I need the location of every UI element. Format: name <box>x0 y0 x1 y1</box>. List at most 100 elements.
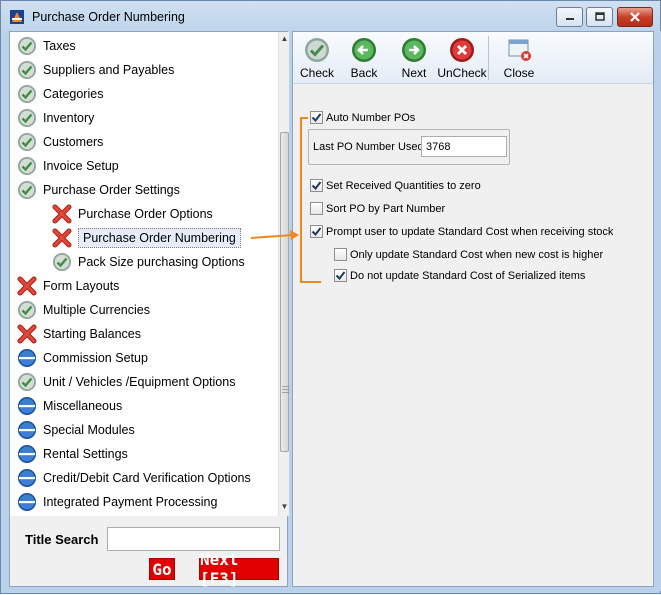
no-update-serialized-option[interactable]: Do not update Standard Cost of Serialize… <box>334 269 585 282</box>
uncheck-label: UnCheck <box>437 66 487 80</box>
tree-item[interactable]: Form Layouts <box>17 274 119 298</box>
red-x-icon <box>52 228 72 248</box>
tree-item[interactable]: Purchase Order Options <box>52 202 213 226</box>
auto-number-checkbox[interactable] <box>310 111 323 124</box>
checkmark-icon <box>53 253 71 271</box>
grip-icon: — — — <box>282 383 289 396</box>
tree-scrollbar[interactable]: ▲ — — — ▼ <box>278 32 289 516</box>
tree-item-label: Unit / Vehicles /Equipment Options <box>43 375 236 389</box>
tree-item[interactable]: Rental Settings <box>17 442 128 466</box>
checkmark-icon <box>18 157 36 175</box>
tree-item-label: Commission Setup <box>43 351 148 365</box>
set-received-option[interactable]: Set Received Quantities to zero <box>310 179 481 192</box>
blue-minus-icon <box>18 445 36 463</box>
checkmark-icon <box>18 181 36 199</box>
check-label: Check <box>299 66 334 80</box>
next-f3-button[interactable]: Next [F3] <box>199 550 279 588</box>
close-button[interactable]: Close <box>495 35 543 83</box>
auto-number-option[interactable]: Auto Number POs <box>310 111 415 124</box>
close-icon <box>630 12 640 22</box>
only-update-checkbox[interactable] <box>334 248 347 261</box>
only-update-label: Only update Standard Cost when new cost … <box>350 248 604 261</box>
last-po-group: Last PO Number Used <box>308 129 510 165</box>
tree-item[interactable]: Suppliers and Payables <box>17 58 174 82</box>
maximize-button[interactable] <box>586 7 613 27</box>
app-logo-icon <box>10 10 24 24</box>
window-title: Purchase Order Numbering <box>32 10 185 24</box>
tree-item-label: Inventory <box>43 111 95 125</box>
tree-item-label: Special Modules <box>43 423 135 437</box>
back-button[interactable]: Back <box>340 35 388 83</box>
tree-item[interactable]: Unit / Vehicles /Equipment Options <box>17 370 235 394</box>
blue-minus-icon <box>18 349 36 367</box>
check-button[interactable]: Check <box>293 35 341 83</box>
settings-content-pane: Check Back Next UnCheck Close Auto Numbe… <box>292 31 654 587</box>
tree-item[interactable]: Starting Balances <box>17 322 141 346</box>
tree-item-label: Pack Size purchasing Options <box>78 255 245 269</box>
app-window: Purchase Order Numbering Taxes Suppliers … <box>0 0 661 594</box>
tree-item-label: Purchase Order Settings <box>43 183 180 197</box>
next-button[interactable]: Next <box>390 35 438 83</box>
checkmark-icon <box>18 37 36 55</box>
back-label: Back <box>350 66 378 80</box>
tree-item-label: Purchase Order Options <box>78 207 213 221</box>
uncheck-button[interactable]: UnCheck <box>437 35 487 83</box>
tree-item[interactable]: Invoice Setup <box>17 154 119 178</box>
scroll-down-icon[interactable]: ▼ <box>280 502 289 512</box>
uncheck-icon <box>450 38 474 62</box>
close-label: Close <box>503 66 535 80</box>
blue-minus-icon <box>18 469 36 487</box>
tree-item[interactable]: Inventory <box>17 106 94 130</box>
go-button[interactable]: Go <box>149 558 175 580</box>
set-received-label: Set Received Quantities to zero <box>326 179 481 192</box>
prompt-update-label: Prompt user to update Standard Cost when… <box>326 225 614 238</box>
tree-item-label: Suppliers and Payables <box>43 63 175 77</box>
tree-item[interactable]: Integrated Payment Processing <box>17 490 217 514</box>
tree-item-label: Credit/Debit Card Verification Options <box>43 471 251 485</box>
checkmark-icon <box>18 61 36 79</box>
tree-item[interactable]: Pack Size purchasing Options <box>52 250 245 274</box>
tree-item[interactable]: Customers <box>17 130 103 154</box>
settings-tree: Taxes Suppliers and Payables Categories Inv… <box>10 32 278 516</box>
close-window-button[interactable] <box>617 7 653 27</box>
tree-item[interactable]: Taxes <box>17 34 76 58</box>
tree-item[interactable]: Credit/Debit Card Verification Options <box>17 466 251 490</box>
scroll-up-icon[interactable]: ▲ <box>280 34 289 44</box>
checkmark-icon <box>18 373 36 391</box>
prompt-update-checkbox[interactable] <box>310 225 323 238</box>
red-x-icon <box>52 204 72 224</box>
minimize-icon <box>565 18 574 20</box>
only-update-option[interactable]: Only update Standard Cost when new cost … <box>334 248 603 261</box>
tree-item[interactable]: Purchase Order Settings <box>17 178 180 202</box>
toolbar-separator <box>488 36 489 80</box>
tree-item[interactable]: Categories <box>17 82 103 106</box>
tree-item-label: Starting Balances <box>43 327 141 341</box>
no-update-serialized-label: Do not update Standard Cost of Serialize… <box>350 269 586 282</box>
tree-item[interactable]: Miscellaneous <box>17 394 122 418</box>
set-received-checkbox[interactable] <box>310 179 323 192</box>
checkmark-icon <box>18 301 36 319</box>
sort-po-option[interactable]: Sort PO by Part Number <box>310 202 445 215</box>
tree-item-label: Categories <box>43 87 104 101</box>
tree-item-label: Integrated Payment Processing <box>43 495 218 509</box>
title-search-input[interactable] <box>107 527 280 551</box>
scroll-thumb[interactable]: — — — <box>280 132 289 452</box>
navigation-pane: Taxes Suppliers and Payables Categories Inv… <box>9 31 289 588</box>
checkmark-icon <box>311 181 322 191</box>
tree-item[interactable]: Purchase Order Numbering <box>52 226 241 250</box>
tree-item[interactable]: Commission Setup <box>17 346 148 370</box>
sort-po-checkbox[interactable] <box>310 202 323 215</box>
last-po-number-input[interactable] <box>421 136 507 157</box>
window-right-edge <box>655 31 661 591</box>
check-icon <box>305 38 329 62</box>
no-update-serialized-checkbox[interactable] <box>334 269 347 282</box>
auto-number-label: Auto Number POs <box>326 111 416 124</box>
tree-item-label: Miscellaneous <box>43 399 123 413</box>
minimize-button[interactable] <box>556 7 583 27</box>
prompt-update-option[interactable]: Prompt user to update Standard Cost when… <box>310 225 613 238</box>
red-x-icon <box>17 276 37 296</box>
tree-item[interactable]: Special Modules <box>17 418 135 442</box>
tree-item[interactable]: Multiple Currencies <box>17 298 150 322</box>
next-arrow-icon <box>402 38 426 62</box>
next-label: Next <box>401 66 427 80</box>
